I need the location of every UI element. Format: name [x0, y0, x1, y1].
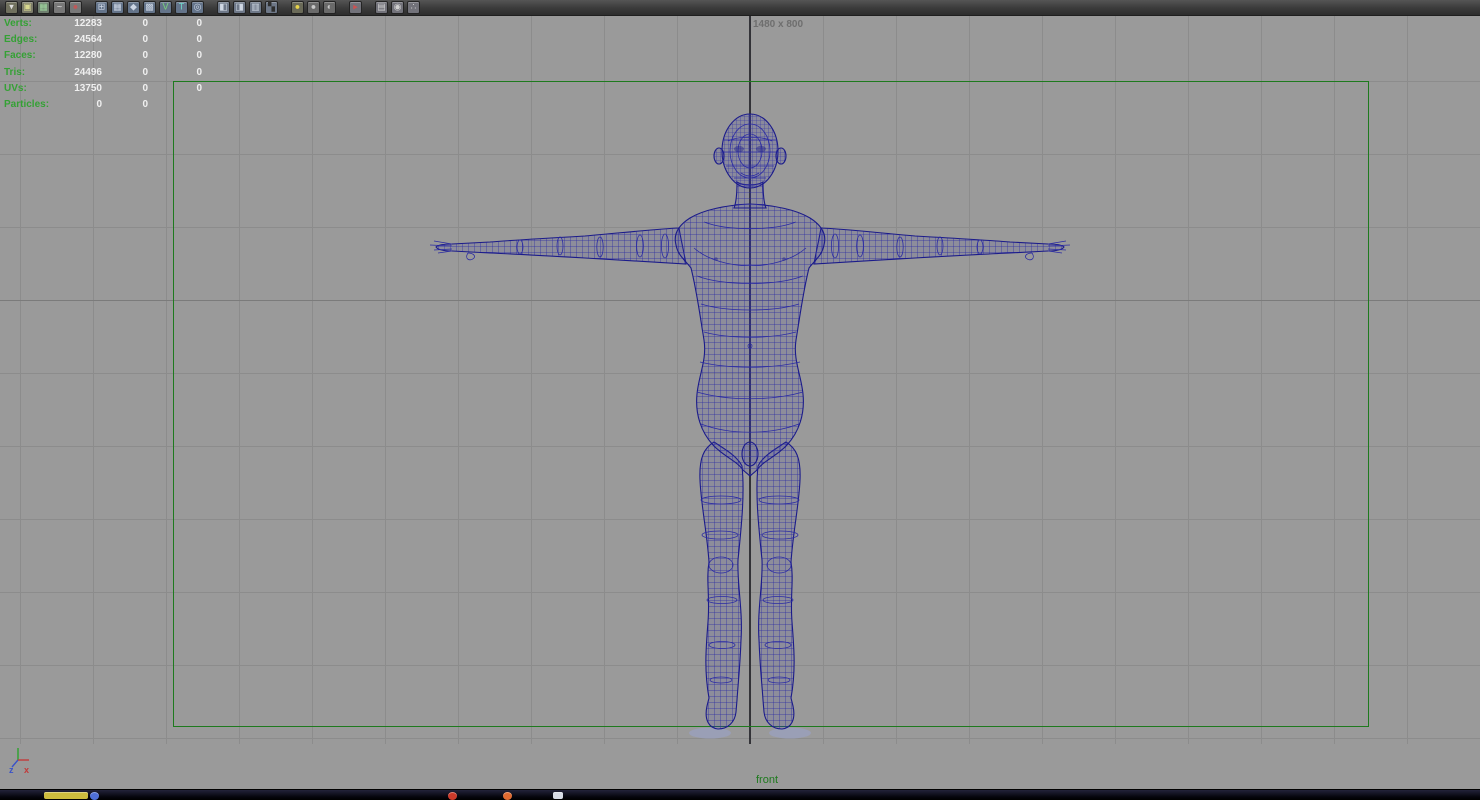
- share-nodes-icon-glyph: ∴: [410, 1, 417, 12]
- thumb: [466, 252, 475, 261]
- wireframe-display-icon[interactable]: ▦: [111, 1, 124, 14]
- model-left-side: [429, 227, 744, 739]
- hypergraph-icon-glyph: ◉: [393, 1, 402, 12]
- right-ear: [775, 147, 787, 165]
- render-sphere-icon-glyph: ●: [310, 1, 317, 12]
- poly-count-chart-icon[interactable]: ▦: [37, 1, 50, 14]
- uv-grid-icon[interactable]: ▥: [249, 1, 262, 14]
- render-current-icon[interactable]: ●: [291, 1, 304, 14]
- texture-view-icon[interactable]: T: [175, 1, 188, 14]
- taskbar-app-red-icon[interactable]: [448, 792, 457, 800]
- texture-view-icon-glyph: T: [178, 1, 185, 12]
- head: [713, 113, 787, 189]
- checker-icon[interactable]: ▚: [265, 1, 278, 14]
- grid-display-icon[interactable]: ⊞: [95, 1, 108, 14]
- object-mode-icon-glyph: ◧: [219, 1, 228, 12]
- share-nodes-icon[interactable]: ∴: [407, 1, 420, 14]
- history-icon-glyph: ◎: [193, 1, 202, 12]
- poly-count-chart-icon-glyph: ▦: [39, 1, 48, 12]
- vertex-face-icon[interactable]: V: [159, 1, 172, 14]
- taskbar-app-doc-icon[interactable]: [553, 792, 563, 799]
- texture-editor-icon-glyph: ▤: [377, 1, 386, 12]
- menu-set-icon[interactable]: ▾: [5, 1, 18, 14]
- curve-tool-icon[interactable]: ~: [53, 1, 66, 14]
- textured-display-icon-glyph: ▩: [145, 1, 154, 12]
- shaded-display-icon-glyph: ◆: [130, 1, 137, 12]
- right-eye: [756, 145, 766, 153]
- vertex-face-icon-glyph: V: [162, 1, 169, 12]
- render-sphere-icon[interactable]: ●: [307, 1, 320, 14]
- shelf-toolbar: ▾ ▣ ▦ ~ ● ⊞ ▦ ◆ ▩ V T ◎ ◧ ◨ ▥ ▚ ● ● ◐ ▸ ▤ ◉ ∴: [0, 0, 1480, 16]
- grid-display-icon-glyph: ⊞: [97, 1, 106, 12]
- render-settings-icon[interactable]: ▸: [349, 1, 362, 14]
- wireframe-model[interactable]: [0, 0, 1480, 800]
- curve-tool-icon-glyph: ~: [56, 1, 63, 12]
- ipr-render-icon-glyph: ◐: [326, 1, 333, 12]
- wireframe-display-icon-glyph: ▦: [113, 1, 122, 12]
- maya-window: ▾ ▣ ▦ ~ ● ⊞ ▦ ◆ ▩ V T ◎ ◧ ◨ ▥ ▚ ● ● ◐ ▸ ▤ ◉ ∴ 1480 x 800 Verts…: [0, 0, 1480, 800]
- torso: [674, 180, 826, 477]
- component-mode-icon-glyph: ◨: [235, 1, 244, 12]
- object-mode-icon[interactable]: ◧: [217, 1, 230, 14]
- scene-hierarchy-icon-glyph: ▣: [23, 1, 32, 12]
- model-right-side: [756, 227, 1071, 740]
- left-eye: [734, 145, 744, 153]
- shaded-display-icon[interactable]: ◆: [127, 1, 140, 14]
- ipr-render-icon[interactable]: ◐: [323, 1, 336, 14]
- magnet-snap-icon[interactable]: ●: [69, 1, 82, 14]
- scene-hierarchy-icon[interactable]: ▣: [21, 1, 34, 14]
- taskbar-app-blue-icon[interactable]: [90, 792, 99, 800]
- textured-display-icon[interactable]: ▩: [143, 1, 156, 14]
- render-settings-icon-glyph: ▸: [353, 1, 358, 12]
- taskbar: [0, 789, 1480, 800]
- foot-shadow: [689, 727, 731, 739]
- uv-grid-icon-glyph: ▥: [251, 1, 260, 12]
- render-current-icon-glyph: ●: [294, 1, 301, 12]
- taskbar-app-orange-icon[interactable]: [503, 792, 512, 800]
- menu-set-icon-glyph: ▾: [9, 1, 14, 12]
- hypergraph-icon[interactable]: ◉: [391, 1, 404, 14]
- start-button[interactable]: [44, 792, 88, 799]
- component-mode-icon[interactable]: ◨: [233, 1, 246, 14]
- history-icon[interactable]: ◎: [191, 1, 204, 14]
- texture-editor-icon[interactable]: ▤: [375, 1, 388, 14]
- left-leg: [699, 441, 744, 730]
- magnet-snap-icon-glyph: ●: [72, 1, 79, 12]
- pelvis: [741, 441, 759, 467]
- checker-icon-glyph: ▚: [268, 1, 275, 12]
- left-ear: [713, 147, 725, 165]
